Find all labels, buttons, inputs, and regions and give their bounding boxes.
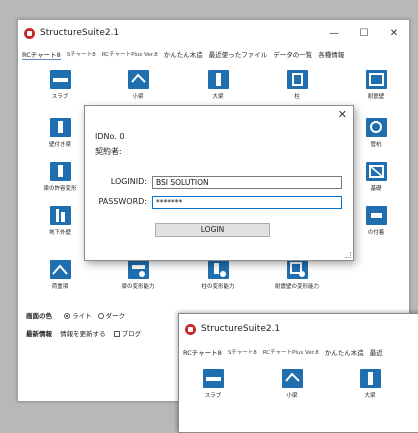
second-menu-kantan-mokuzo[interactable]: かんたん木造	[325, 347, 364, 357]
module-pile[interactable]: 管杭	[348, 118, 404, 148]
second-module-slab[interactable]: スラブ	[185, 369, 241, 399]
module-small-beam[interactable]: 小梁	[110, 70, 166, 100]
dark-radio[interactable]	[97, 313, 104, 319]
loginid-label: LOGINID:	[110, 177, 147, 186]
module-slab[interactable]: スラブ	[32, 70, 88, 100]
pile-icon	[365, 118, 387, 137]
module-wall-capacity[interactable]: 耐震壁の変形能力	[269, 260, 325, 290]
screen-color-label: 画面の色	[26, 312, 52, 320]
loginid-input[interactable]: BSI SOLUTION	[152, 176, 342, 189]
close-button[interactable]: ✕	[379, 28, 409, 39]
password-input[interactable]: *******	[152, 196, 342, 209]
large-beam-icon	[359, 369, 381, 388]
login-button[interactable]: LOGIN	[155, 223, 270, 237]
small-beam-icon	[281, 369, 303, 388]
wall-beam-icon	[49, 118, 71, 137]
title-bar: StructureSuite2.1 — ☐ ✕	[18, 20, 409, 46]
menu-recent-files[interactable]: 最近使ったファイル	[209, 49, 268, 59]
wall-capacity-icon	[286, 260, 308, 279]
menu-info[interactable]: 各種情報	[318, 49, 344, 59]
menu-kantan-mokuzo[interactable]: かんたん木造	[164, 49, 203, 59]
second-menu-rc-chart-plus[interactable]: RCチャートPlus Ver.8	[263, 348, 319, 356]
update-info-link[interactable]: 情報を更新する	[60, 330, 106, 338]
second-module-small-beam[interactable]: 小梁	[264, 369, 320, 399]
app-logo-icon	[24, 27, 35, 39]
slab-icon	[202, 369, 224, 388]
id-number-text: IDNo. 0	[95, 132, 125, 141]
module-column-capacity[interactable]: 柱の変形能力	[190, 260, 246, 290]
module-shear-wall[interactable]: 耐震壁	[348, 70, 404, 100]
second-menu-bar: RCチャート8 Sチャート8 RCチャートPlus Ver.8 かんたん木造 最…	[179, 344, 418, 360]
beam-capacity-icon	[127, 260, 149, 279]
bond-icon	[365, 206, 387, 225]
foundation-icon	[365, 162, 387, 181]
module-large-beam[interactable]: 大梁	[190, 70, 246, 100]
contractor-label: 契約者:	[95, 147, 122, 156]
second-menu-s-chart[interactable]: Sチャート8	[228, 348, 257, 356]
login-dialog: ✕ IDNo. 0 契約者: LOGINID: BSI SOLUTION PAS…	[84, 105, 354, 261]
slab-icon	[49, 70, 71, 89]
second-app-logo-icon	[185, 323, 196, 335]
second-app-window: StructureSuite2.1 RCチャート8 Sチャート8 RCチャートP…	[178, 313, 418, 433]
module-column[interactable]: 柱	[269, 70, 325, 100]
module-foundation[interactable]: 基礎	[348, 162, 404, 192]
minimize-button[interactable]: —	[319, 28, 349, 39]
window-title: StructureSuite2.1	[40, 28, 120, 38]
password-label: PASSWORD:	[98, 197, 147, 206]
blog-checkbox-label: ブログ	[121, 330, 142, 338]
light-radio-label: ライト	[72, 312, 92, 320]
menu-rc-chart[interactable]: RCチャート8	[22, 49, 61, 60]
second-menu-rc-chart[interactable]: RCチャート8	[183, 347, 222, 357]
blog-checkbox[interactable]	[113, 331, 120, 337]
module-bond[interactable]: の付着	[348, 206, 404, 236]
second-module-large-beam[interactable]: 大梁	[342, 369, 398, 399]
load-term-icon	[49, 260, 71, 279]
dark-radio-label: ダーク	[105, 312, 126, 320]
basement-wall-icon	[49, 206, 71, 225]
beam-deformation-icon	[49, 162, 71, 181]
dialog-close-button[interactable]: ✕	[338, 108, 347, 121]
module-load-term[interactable]: 荷重項	[32, 260, 88, 290]
small-beam-icon	[127, 70, 149, 89]
menu-s-chart[interactable]: Sチャート8	[67, 50, 96, 58]
module-basement-wall[interactable]: 地下外壁	[32, 206, 88, 236]
light-radio[interactable]	[64, 313, 71, 319]
second-menu-recent[interactable]: 最近	[370, 347, 383, 357]
menu-data-list[interactable]: データの一覧	[273, 49, 312, 59]
module-beam-deformation[interactable]: 梁の許容変形	[32, 162, 88, 192]
menu-rc-chart-plus[interactable]: RCチャートPlus Ver.8	[102, 50, 158, 58]
module-beam-capacity[interactable]: 梁の変形能力	[110, 260, 166, 290]
resize-grip[interactable]	[345, 252, 351, 258]
large-beam-icon	[207, 70, 229, 89]
column-capacity-icon	[207, 260, 229, 279]
second-title-bar: StructureSuite2.1	[179, 314, 418, 344]
shear-wall-icon	[365, 70, 387, 89]
menu-bar: RCチャート8 Sチャート8 RCチャートPlus Ver.8 かんたん木造 最…	[18, 46, 409, 62]
second-window-title: StructureSuite2.1	[201, 324, 281, 334]
module-wall-beam[interactable]: 壁付き梁	[32, 118, 88, 148]
latest-info-label: 最新情報	[26, 330, 52, 338]
settings-area: 画面の色 ライト ダーク 最新情報 情報を更新する ブログ	[26, 310, 141, 346]
column-icon	[286, 70, 308, 89]
maximize-button[interactable]: ☐	[349, 28, 379, 39]
